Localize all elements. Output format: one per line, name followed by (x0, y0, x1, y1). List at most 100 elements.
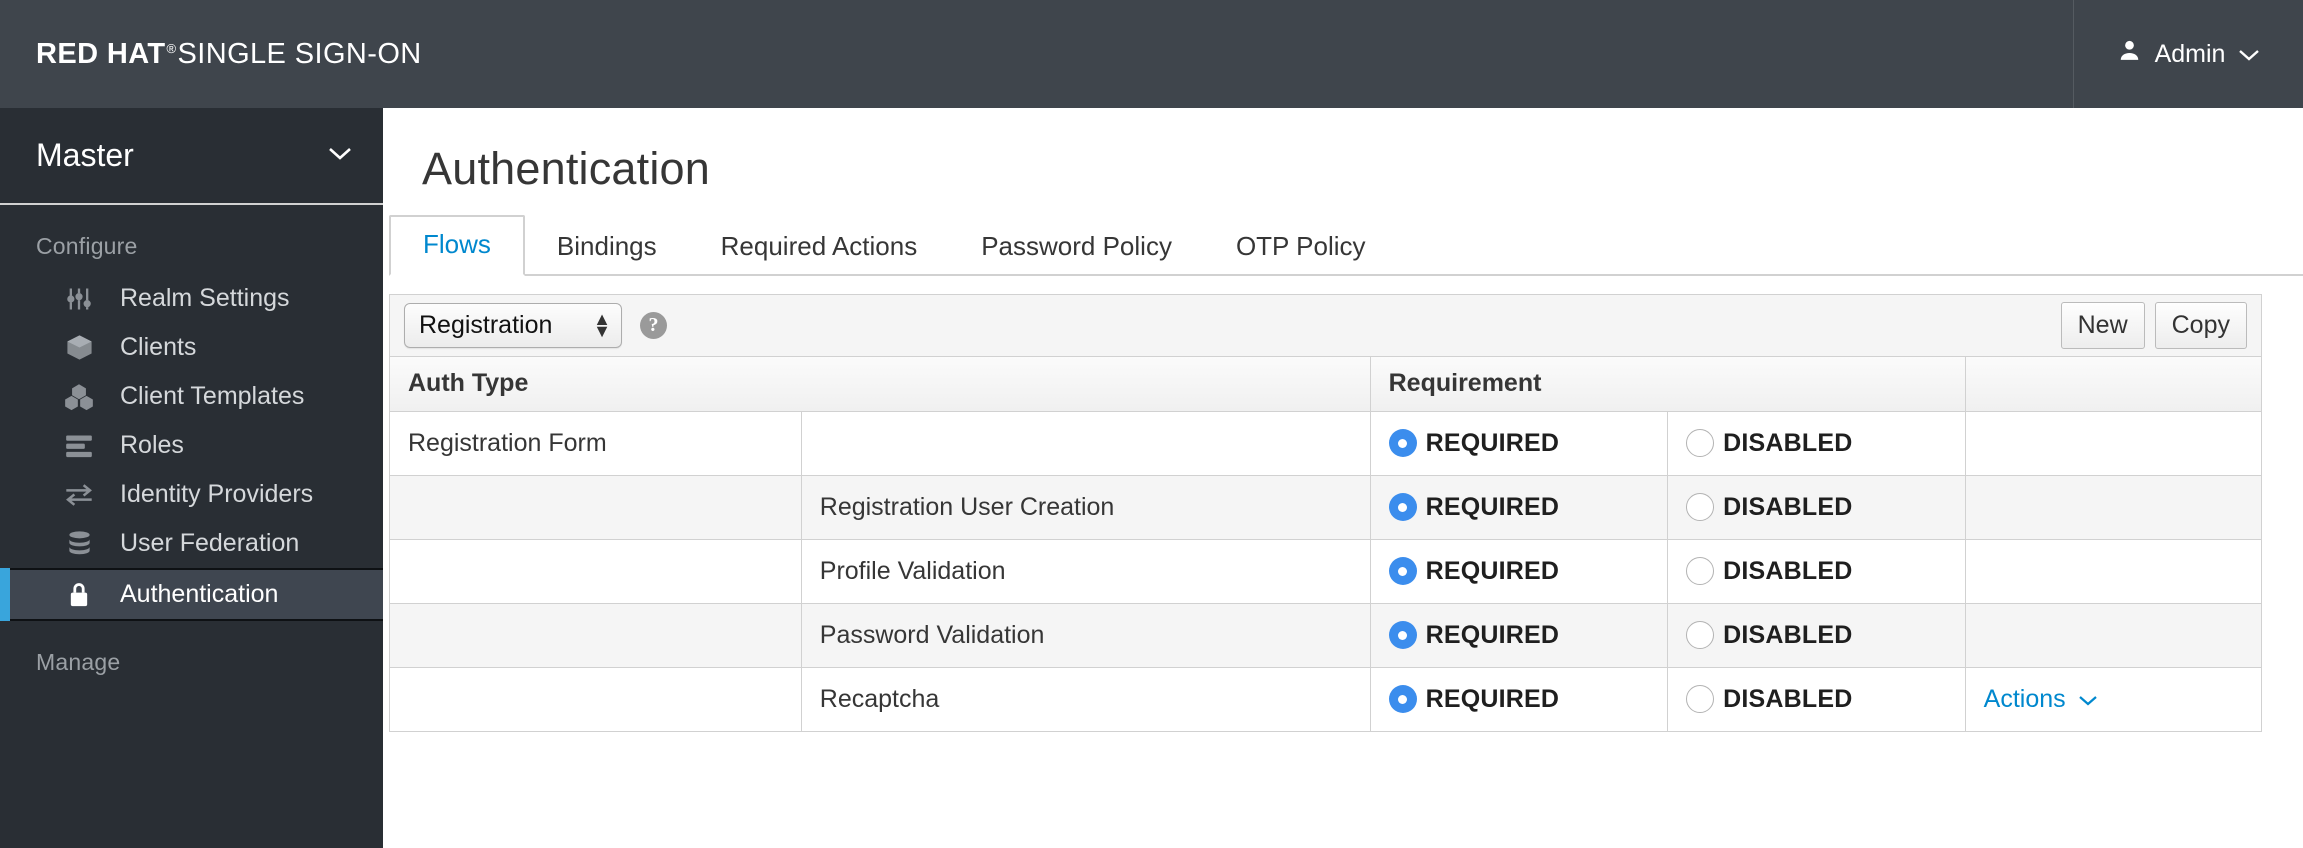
cell-requirement-disabled[interactable]: DISABLED (1667, 538, 1966, 604)
radio-disabled[interactable] (1686, 685, 1715, 713)
actions-dropdown[interactable]: Actions (1984, 685, 2261, 714)
chevron-down-icon (2238, 40, 2260, 69)
tab-password-policy[interactable]: Password Policy (949, 219, 1204, 276)
brand-redhat: RED HAT (36, 37, 166, 70)
cell-actions (1964, 538, 2263, 604)
table-row: Registration User Creation REQUIRED DISA… (389, 474, 2263, 540)
cell-auth-subtype (800, 410, 1371, 476)
database-icon (62, 530, 96, 557)
cube-icon (62, 333, 96, 362)
toolbar-actions: New Copy (2060, 302, 2247, 349)
table-row: Profile Validation REQUIRED DISABLED (389, 538, 2263, 604)
cell-requirement-required[interactable]: REQUIRED (1369, 538, 1669, 604)
tab-bindings[interactable]: Bindings (525, 219, 689, 276)
cell-auth-type (389, 602, 802, 668)
sidebar-item-identity-providers[interactable]: Identity Providers (0, 470, 383, 519)
cell-actions (1964, 410, 2263, 476)
table-row: Password Validation REQUIRED DISABLED (389, 602, 2263, 668)
sidebar-item-clients[interactable]: Clients (0, 323, 383, 372)
main-content: Authentication Flows Bindings Required A… (383, 108, 2303, 848)
cell-requirement-disabled[interactable]: DISABLED (1667, 410, 1966, 476)
cell-actions (1964, 474, 2263, 540)
radio-required-label: REQUIRED (1425, 556, 1560, 585)
sidebar: Master Configure Realm Settings Clients … (0, 108, 383, 848)
chevron-down-icon (2078, 685, 2098, 714)
cell-requirement-disabled[interactable]: DISABLED (1667, 666, 1966, 732)
radio-required[interactable] (1388, 557, 1417, 585)
cell-requirement-required[interactable]: REQUIRED (1369, 666, 1669, 732)
copy-button[interactable]: Copy (2154, 302, 2247, 349)
radio-disabled[interactable] (1686, 493, 1715, 521)
table-row: Recaptcha REQUIRED DISABLED Actions (389, 666, 2263, 732)
chevron-down-icon (327, 145, 353, 166)
select-stepper-icon: ▲ ▼ (593, 308, 611, 341)
sidebar-item-realm-settings[interactable]: Realm Settings (0, 274, 383, 323)
page-title: Authentication (422, 143, 711, 194)
radio-disabled[interactable] (1686, 557, 1715, 585)
flow-toolbar: Registration ▲ ▼ ? New Copy (389, 294, 2262, 357)
table-header-row: Auth Type Requirement (389, 357, 2263, 412)
cell-auth-subtype: Registration User Creation (800, 474, 1371, 540)
sidebar-item-user-federation[interactable]: User Federation (0, 519, 383, 568)
cell-requirement-disabled[interactable]: DISABLED (1667, 602, 1966, 668)
cubes-icon (62, 382, 96, 412)
exchange-icon (62, 483, 96, 507)
radio-required-label: REQUIRED (1425, 620, 1560, 649)
flow-select-value: Registration (419, 311, 553, 339)
radio-required[interactable] (1388, 621, 1417, 649)
product-logo: RED HAT ® SINGLE SIGN-ON (36, 38, 422, 71)
person-icon (2117, 38, 2142, 70)
cell-requirement-required[interactable]: REQUIRED (1369, 410, 1669, 476)
radio-disabled[interactable] (1686, 621, 1715, 649)
brand-product: SINGLE SIGN-ON (177, 37, 422, 70)
radio-disabled[interactable] (1686, 429, 1715, 457)
sidebar-item-client-templates[interactable]: Client Templates (0, 372, 383, 421)
masthead: RED HAT ® SINGLE SIGN-ON Admin (0, 0, 2303, 108)
sidebar-item-roles[interactable]: Roles (0, 421, 383, 470)
cell-actions (1964, 602, 2263, 668)
cell-auth-type (389, 474, 802, 540)
sidebar-item-label: Client Templates (120, 382, 305, 410)
sidebar-item-authentication[interactable]: Authentication (0, 568, 383, 621)
radio-disabled-label: DISABLED (1723, 492, 1853, 521)
cell-requirement-disabled[interactable]: DISABLED (1667, 474, 1966, 540)
radio-disabled-label: DISABLED (1723, 556, 1853, 585)
registered-mark: ® (166, 40, 177, 56)
cell-actions[interactable]: Actions (1964, 666, 2263, 732)
radio-disabled-label: DISABLED (1723, 428, 1853, 457)
flow-table: Auth Type Requirement Registration Form … (389, 357, 2263, 732)
new-button[interactable]: New (2060, 302, 2145, 349)
radio-disabled-label: DISABLED (1723, 684, 1853, 713)
radio-required-label: REQUIRED (1425, 492, 1560, 521)
sliders-icon (62, 285, 96, 313)
user-menu-label: Admin (2154, 39, 2226, 68)
sidebar-item-label: Identity Providers (120, 480, 314, 508)
radio-required[interactable] (1388, 685, 1417, 713)
cell-requirement-required[interactable]: REQUIRED (1369, 602, 1669, 668)
cell-auth-type (389, 538, 802, 604)
radio-required-label: REQUIRED (1425, 684, 1560, 713)
tab-otp-policy[interactable]: OTP Policy (1204, 219, 1398, 276)
cell-auth-subtype: Recaptcha (800, 666, 1371, 732)
tab-required-actions[interactable]: Required Actions (689, 219, 950, 276)
cell-requirement-required[interactable]: REQUIRED (1369, 474, 1669, 540)
realm-name: Master (36, 137, 134, 173)
tab-flows[interactable]: Flows (389, 215, 525, 276)
sidebar-section-manage: Manage (36, 649, 121, 675)
tab-bar: Flows Bindings Required Actions Password… (389, 215, 2303, 276)
sidebar-item-label: Authentication (120, 580, 279, 608)
sidebar-item-label: Clients (120, 333, 197, 361)
help-circle-icon[interactable]: ? (640, 312, 667, 339)
radio-required[interactable] (1388, 429, 1417, 457)
column-header-blank (1964, 357, 2263, 412)
radio-required-label: REQUIRED (1425, 428, 1560, 457)
user-menu[interactable]: Admin (2073, 0, 2303, 108)
sidebar-item-label: Realm Settings (120, 284, 290, 312)
sidebar-item-label: User Federation (120, 529, 300, 557)
flow-select[interactable]: Registration ▲ ▼ (404, 303, 622, 348)
realm-selector[interactable]: Master (0, 108, 383, 205)
sidebar-section-configure: Configure (36, 233, 138, 259)
radio-required[interactable] (1388, 493, 1417, 521)
column-header-requirement: Requirement (1369, 357, 1966, 412)
table-body: Registration Form REQUIRED DISABLED Regi… (389, 410, 2263, 732)
